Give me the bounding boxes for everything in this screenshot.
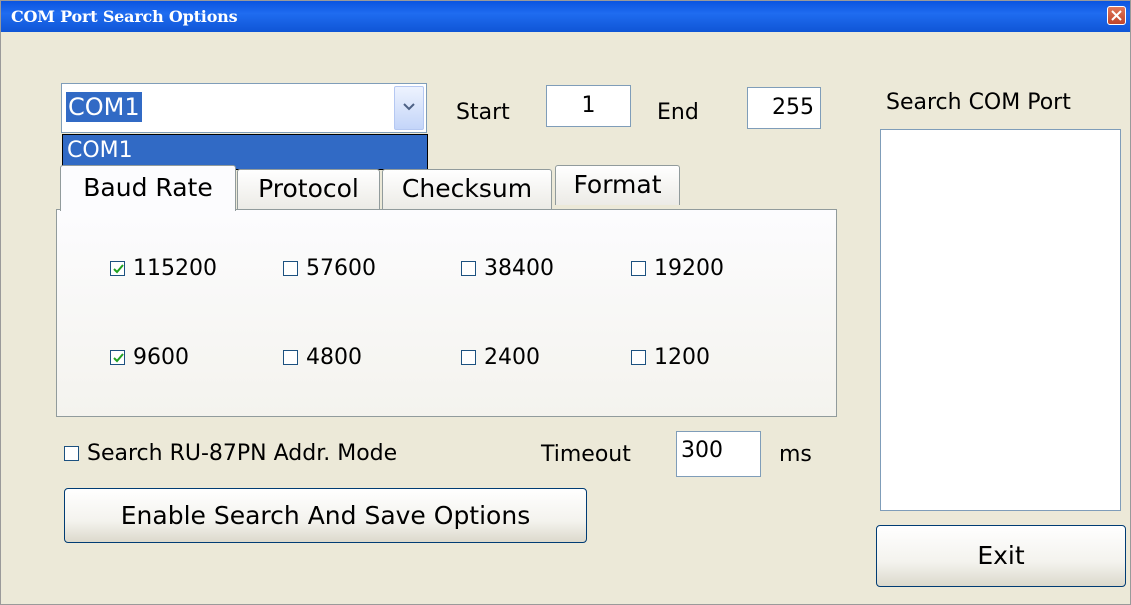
baud-2400-checkbox[interactable]: 2400 xyxy=(461,345,540,371)
close-button[interactable] xyxy=(1107,6,1126,25)
baud-115200-checkbox[interactable]: 115200 xyxy=(110,256,217,282)
baud-19200-checkbox[interactable]: 19200 xyxy=(631,256,724,282)
addr-mode-checkbox[interactable]: Search RU-87PN Addr. Mode xyxy=(64,441,397,467)
dropdown-option-com1[interactable]: COM1 xyxy=(67,138,133,163)
baud-4800-label: 4800 xyxy=(306,345,362,370)
close-icon xyxy=(1111,10,1122,21)
enable-search-save-button[interactable]: Enable Search And Save Options xyxy=(64,488,587,543)
tab-format[interactable]: Format xyxy=(555,165,680,205)
baud-57600-checkbox[interactable]: 57600 xyxy=(283,256,376,282)
exit-button[interactable]: Exit xyxy=(876,525,1126,587)
tab-baud-rate[interactable]: Baud Rate xyxy=(60,165,236,211)
addr-mode-label: Search RU-87PN Addr. Mode xyxy=(87,441,398,466)
start-field[interactable]: 1 xyxy=(546,85,631,127)
timeout-label: Timeout xyxy=(541,442,631,467)
chevron-down-icon xyxy=(403,103,415,111)
search-com-port-listbox[interactable] xyxy=(880,129,1121,511)
checkbox-unchecked-icon xyxy=(283,261,298,276)
checkbox-unchecked-icon xyxy=(461,261,476,276)
checkbox-unchecked-icon xyxy=(461,350,476,365)
checkbox-unchecked-icon xyxy=(283,350,298,365)
baud-9600-label: 9600 xyxy=(133,345,189,370)
search-com-port-label: Search COM Port xyxy=(886,90,1071,115)
checkbox-unchecked-icon xyxy=(631,350,646,365)
baud-38400-checkbox[interactable]: 38400 xyxy=(461,256,554,282)
dialog-window: COM Port Search Options COM1 COM1 Start … xyxy=(0,0,1131,605)
end-label: End xyxy=(657,100,699,125)
baud-1200-label: 1200 xyxy=(654,345,710,370)
baud-rate-panel: 115200 57600 38400 19200 9600 4800 2400 … xyxy=(56,209,837,417)
baud-38400-label: 38400 xyxy=(484,256,554,281)
checkbox-unchecked-icon xyxy=(631,261,646,276)
title-bar[interactable]: COM Port Search Options xyxy=(1,1,1130,32)
checkbox-unchecked-icon xyxy=(64,446,79,461)
baud-9600-checkbox[interactable]: 9600 xyxy=(110,345,189,371)
tab-protocol[interactable]: Protocol xyxy=(237,169,380,209)
checkbox-checked-icon xyxy=(110,261,125,276)
timeout-unit: ms xyxy=(779,442,812,467)
end-field[interactable]: 255 xyxy=(747,87,821,129)
baud-115200-label: 115200 xyxy=(133,256,217,281)
com-port-select[interactable]: COM1 xyxy=(61,83,427,133)
start-label: Start xyxy=(456,100,510,125)
baud-57600-label: 57600 xyxy=(306,256,376,281)
baud-1200-checkbox[interactable]: 1200 xyxy=(631,345,710,371)
timeout-field[interactable]: 300 xyxy=(676,431,761,477)
tab-checksum[interactable]: Checksum xyxy=(382,169,552,209)
baud-2400-label: 2400 xyxy=(484,345,540,370)
com-port-value: COM1 xyxy=(66,92,142,122)
window-title: COM Port Search Options xyxy=(11,7,238,26)
combo-dropdown-button[interactable] xyxy=(394,86,424,130)
checkbox-checked-icon xyxy=(110,350,125,365)
baud-4800-checkbox[interactable]: 4800 xyxy=(283,345,362,371)
baud-19200-label: 19200 xyxy=(654,256,724,281)
